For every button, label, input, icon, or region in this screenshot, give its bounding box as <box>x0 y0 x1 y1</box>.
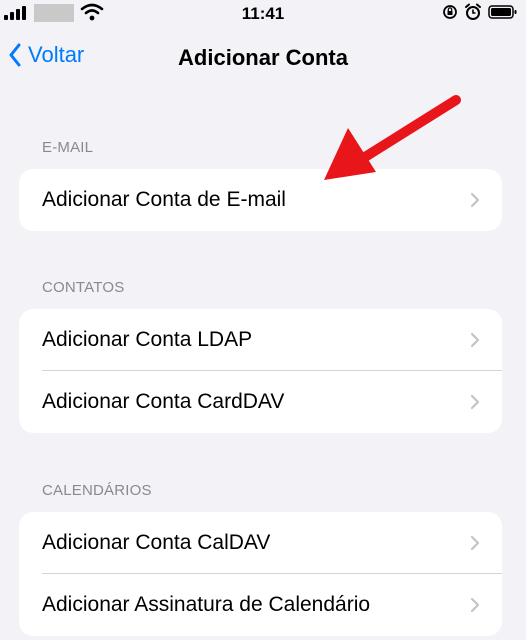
row-label: Adicionar Conta LDAP <box>42 328 253 351</box>
row-add-email-account[interactable]: Adicionar Conta de E-mail <box>19 169 502 231</box>
row-label: Adicionar Conta CalDAV <box>42 531 271 554</box>
chevron-right-icon <box>470 332 480 348</box>
status-bar: 11:41 <box>0 0 526 28</box>
chevron-right-icon <box>470 394 480 410</box>
orientation-lock-icon <box>443 5 457 19</box>
section-header-contacts: CONTATOS <box>42 279 125 296</box>
row-add-carddav-account[interactable]: Adicionar Conta CardDAV <box>19 371 502 433</box>
chevron-right-icon <box>470 597 480 613</box>
page-title: Adicionar Conta <box>178 45 348 70</box>
section-header-calendars: CALENDÁRIOS <box>42 482 152 499</box>
card-calendars: Adicionar Conta CalDAV Adicionar Assinat… <box>19 512 502 636</box>
card-email: Adicionar Conta de E-mail <box>19 169 502 231</box>
chevron-right-icon <box>470 192 480 208</box>
row-label: Adicionar Assinatura de Calendário <box>42 593 371 616</box>
row-add-caldav-account[interactable]: Adicionar Conta CalDAV <box>19 512 502 574</box>
row-add-calendar-subscription[interactable]: Adicionar Assinatura de Calendário <box>19 574 502 636</box>
navigation-bar: Voltar Adicionar Conta <box>0 36 526 80</box>
chevron-right-icon <box>470 535 480 551</box>
card-contacts: Adicionar Conta LDAP Adicionar Conta Car… <box>19 309 502 433</box>
section-header-email: E-MAIL <box>42 139 94 156</box>
row-add-ldap-account[interactable]: Adicionar Conta LDAP <box>19 309 502 371</box>
row-label: Adicionar Conta CardDAV <box>42 390 285 413</box>
alarm-icon <box>465 3 481 20</box>
row-label: Adicionar Conta de E-mail <box>42 188 286 211</box>
battery-icon <box>488 5 517 19</box>
